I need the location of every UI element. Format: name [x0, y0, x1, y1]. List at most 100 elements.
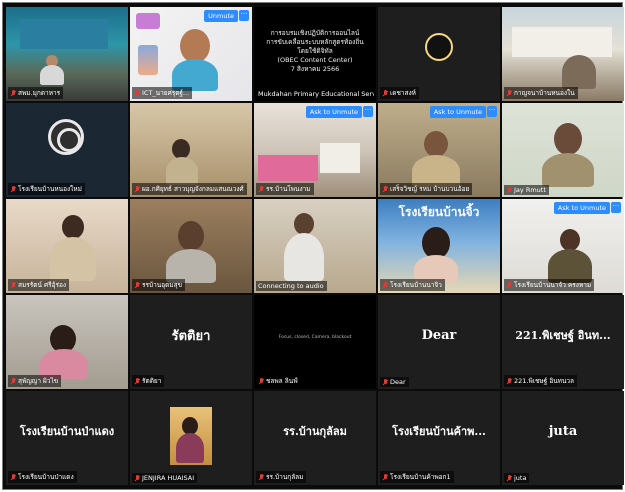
- participant-head: [560, 229, 580, 251]
- participant-name-bar: รรบ้านอุดมสุข: [132, 279, 186, 291]
- mic-muted-icon: [134, 281, 140, 289]
- participant-display-name: โรงเรียนบ้านป่าแดง: [19, 425, 115, 438]
- participant-name-bar: 221.พิเชษฐ์ อินทนวล: [504, 375, 578, 387]
- more-options-button[interactable]: ···: [363, 106, 373, 117]
- participant-name-bar: Dear: [380, 377, 409, 387]
- mic-muted-icon: [134, 89, 140, 97]
- participant-tile[interactable]: รร.บ้านกุลัลม รร.บ้านกุลัลม: [254, 391, 376, 485]
- mic-muted-icon: [506, 377, 512, 385]
- mic-muted-icon: [134, 185, 140, 193]
- participant-name-bar: JENJIRA HUAISAI: [132, 473, 198, 483]
- participant-name-bar: ICT_นายศรุตฐ์...: [132, 87, 193, 99]
- background-wall: [512, 27, 612, 57]
- participant-tile[interactable]: ผอ.กศิยุทธ์ สาวบุญจังกลมแสนณวงศ์: [130, 103, 252, 197]
- participant-name-bar: Connecting to audio: [256, 281, 327, 291]
- participant-tile[interactable]: Focus, closed, Camera, blackout ชลพล ลิน…: [254, 295, 376, 389]
- more-options-button[interactable]: ···: [487, 106, 497, 117]
- participant-head: [172, 139, 190, 159]
- participant-display-name: รร.บ้านกุลัลม: [283, 425, 347, 438]
- participant-grid: สพม.มุกดาหาร Unmute ··· ICT_นายศรุตฐ์...…: [6, 7, 624, 485]
- shared-content-title: การอบรมเชิงปฏิบัติการออนไลน์ การขับเคลื่…: [266, 29, 364, 73]
- participant-name-bar: เสร็จวิชญ์ รหม บ้านบวนอ้อย: [380, 183, 473, 195]
- ask-to-unmute-button[interactable]: Ask to Unmute: [305, 106, 362, 118]
- presenter-body: [40, 65, 64, 85]
- participant-name-bar: รร.บ้านโพนงาม: [256, 183, 314, 195]
- more-options-button[interactable]: ···: [611, 202, 621, 213]
- participant-tile[interactable]: โรงเรียนบ้านป่าแดง โรงเรียนบ้านป่าแดง: [6, 391, 128, 485]
- participant-tile[interactable]: Connecting to audio: [254, 199, 376, 293]
- obs-logo-icon: [48, 119, 84, 155]
- participant-display-name: juta: [548, 423, 578, 439]
- participant-tile[interactable]: Dear Dear: [378, 295, 500, 389]
- participant-tile[interactable]: Unmute ··· ICT_นายศรุตฐ์...: [130, 7, 252, 101]
- participant-body: [542, 153, 594, 187]
- zoom-gallery-window: สพม.มุกดาหาร Unmute ··· ICT_นายศรุตฐ์...…: [2, 2, 624, 490]
- mic-muted-icon: [382, 89, 388, 97]
- obec-logo: [136, 13, 160, 29]
- participant-tile[interactable]: Ask to Unmute ··· โรงเรียนบ้านนาจัว ครงห…: [502, 199, 624, 293]
- mic-muted-icon: [506, 474, 512, 482]
- mic-muted-icon: [258, 473, 264, 481]
- participant-tile[interactable]: Ask to Unmute ··· รร.บ้านโพนงาม: [254, 103, 376, 197]
- participant-name-bar: สุพัญญา ผิวไข: [8, 375, 62, 387]
- participant-tile[interactable]: โรงเรียนบ้านหนองใหม่: [6, 103, 128, 197]
- participant-body: [166, 157, 198, 185]
- participant-tile[interactable]: สุพัญญา ผิวไข: [6, 295, 128, 389]
- participant-head: [424, 131, 448, 157]
- more-options-button[interactable]: ···: [239, 10, 249, 21]
- participant-head: [62, 215, 84, 239]
- participant-name-bar: juta: [504, 473, 530, 483]
- avatar-logo-icon: [425, 33, 453, 61]
- participant-tile[interactable]: Jay Rmutt: [502, 103, 624, 197]
- mic-muted-icon: [134, 377, 140, 385]
- ask-to-unmute-button[interactable]: Ask to Unmute: [429, 106, 486, 118]
- participant-display-name: โรงเรียนบ้านค้าพ...: [392, 425, 486, 438]
- participant-tile[interactable]: โรงเรียนบ้านค้าพ... โรงเรียนบ้านค้าพอก1: [378, 391, 500, 485]
- participant-tile[interactable]: รรบ้านอุดมสุข: [130, 199, 252, 293]
- mic-muted-icon: [506, 186, 512, 194]
- camera-status-text: Focus, closed, Camera, blackout: [278, 335, 352, 340]
- mic-muted-icon: [258, 377, 264, 385]
- participant-tile[interactable]: โรงเรียนบ้านจิ้ว โรงเรียนบ้านนาจิว: [378, 199, 500, 293]
- participant-body: [176, 433, 204, 463]
- participant-tile[interactable]: สมรรัตน์ ศรีอุ้ร่อง: [6, 199, 128, 293]
- participant-tile[interactable]: JENJIRA HUAISAI: [130, 391, 252, 485]
- participant-display-name: Dear: [421, 327, 457, 343]
- mic-muted-icon: [258, 185, 264, 193]
- participant-name-bar: โรงเรียนบ้านหนองใหม่: [8, 183, 85, 195]
- mic-muted-icon: [10, 281, 16, 289]
- mic-muted-icon: [10, 377, 16, 385]
- participant-head: [294, 213, 314, 235]
- classroom-wall: [320, 143, 360, 173]
- participant-tile[interactable]: 221.พิเชษฐ์ อินท... 221.พิเชษฐ์ อินทนวล: [502, 295, 624, 389]
- participant-name-bar: Mukdahan Primary Educational Servi...: [256, 89, 374, 99]
- ask-to-unmute-button[interactable]: Ask to Unmute: [553, 202, 610, 214]
- mic-muted-icon: [506, 281, 512, 289]
- participant-body: [562, 55, 596, 89]
- unmute-button[interactable]: Unmute: [204, 10, 238, 22]
- participant-tile[interactable]: รัตติยา รัตติยา: [130, 295, 252, 389]
- mic-muted-icon: [382, 378, 388, 386]
- mic-muted-icon: [10, 185, 16, 193]
- participant-tile[interactable]: Ask to Unmute ··· เสร็จวิชญ์ รหม บ้านบวน…: [378, 103, 500, 197]
- mic-muted-icon: [506, 89, 512, 97]
- participant-name-bar: โรงเรียนบ้านนาจิว: [380, 279, 445, 291]
- participant-tile[interactable]: เดชาสงห์: [378, 7, 500, 101]
- mic-muted-icon: [382, 473, 388, 481]
- participant-body: [50, 237, 96, 281]
- participant-name-bar: สมรรัตน์ ศรีอุ้ร่อง: [8, 279, 70, 291]
- participant-tile[interactable]: สพม.มุกดาหาร: [6, 7, 128, 101]
- participant-name-bar: โรงเรียนบ้านค้าพอก1: [380, 471, 454, 483]
- mic-muted-icon: [382, 281, 388, 289]
- participant-name-bar: กาญจนาบ้านหนองใน: [504, 87, 578, 99]
- stage-banner: [20, 19, 108, 49]
- participant-tile[interactable]: กาญจนาบ้านหนองใน: [502, 7, 624, 101]
- classroom-table: [258, 155, 318, 181]
- participant-name-bar: รัตติยา: [132, 375, 165, 387]
- participant-body: [548, 249, 592, 283]
- participant-head: [178, 221, 204, 251]
- participant-tile[interactable]: การอบรมเชิงปฏิบัติการออนไลน์ การขับเคลื่…: [254, 7, 376, 101]
- participant-tile[interactable]: juta juta: [502, 391, 624, 485]
- participant-display-name: 221.พิเชษฐ์ อินท...: [515, 329, 611, 342]
- participant-name-bar: รร.บ้านกุลัลม: [256, 471, 307, 483]
